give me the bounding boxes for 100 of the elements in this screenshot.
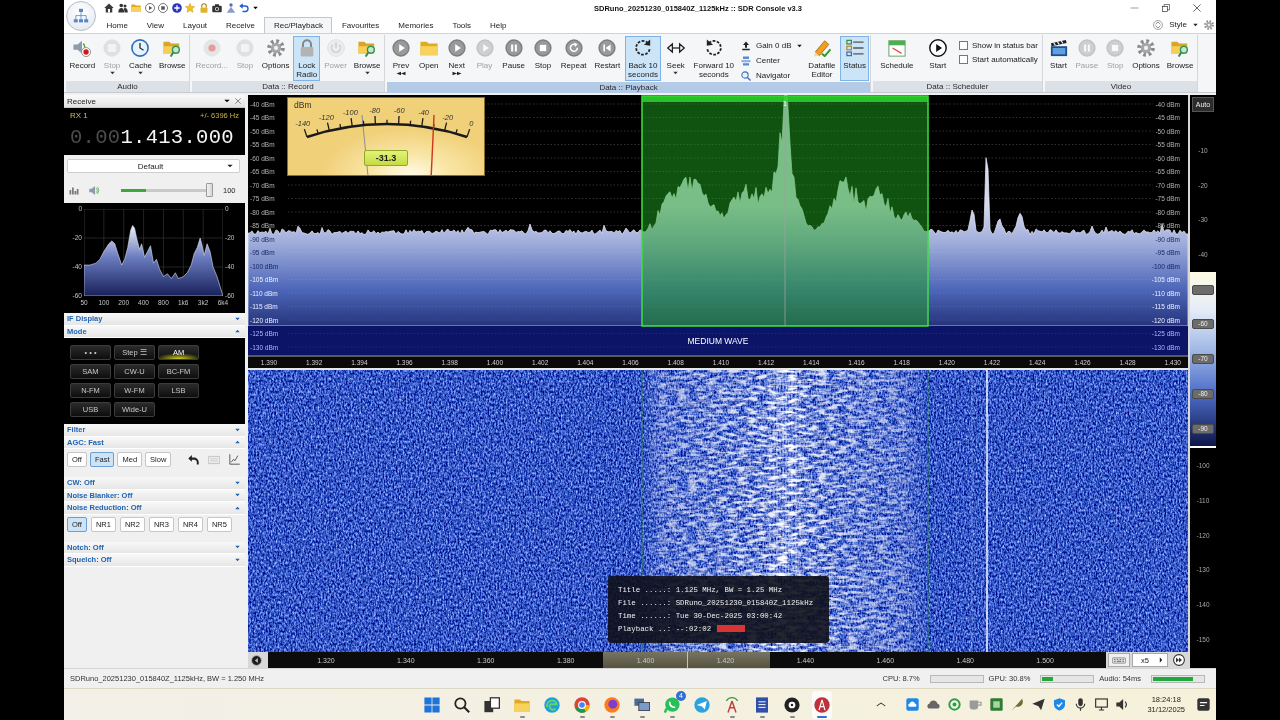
range-handle[interactable]: [1192, 284, 1214, 295]
ribbon-button[interactable]: Datafile Editor: [805, 36, 839, 81]
cloud-icon[interactable]: [927, 698, 941, 711]
ribbon-button[interactable]: Next: [443, 36, 470, 81]
home-icon[interactable]: [104, 3, 114, 13]
ribbon-button[interactable]: Restart: [591, 36, 624, 81]
playback-bar-icon: [717, 625, 746, 632]
play-icon[interactable]: [144, 3, 155, 13]
restore-icon: [1161, 4, 1170, 12]
ribbon-button[interactable]: Pause: [499, 36, 529, 81]
ribbon-button[interactable]: Prev: [387, 36, 414, 81]
minimize-icon: [1130, 7, 1139, 9]
ribbon-button[interactable]: Open: [415, 36, 442, 81]
checkbox[interactable]: [959, 55, 968, 64]
plus-icon[interactable]: [171, 3, 182, 13]
ribbon-button[interactable]: Start: [1045, 36, 1072, 81]
folder-search-icon: [163, 39, 182, 57]
checkbox-option[interactable]: Show in status bar: [959, 41, 1038, 50]
cup-icon[interactable]: [969, 698, 983, 711]
ribbon-button[interactable]: Record: [66, 36, 99, 81]
grid-icon: [424, 696, 440, 713]
skip-button[interactable]: [1170, 652, 1188, 668]
caret-down-icon: [1193, 22, 1198, 27]
passband-highlight[interactable]: [641, 95, 929, 327]
paper-plane-icon[interactable]: [1032, 698, 1046, 711]
menu-tab[interactable]: Memories: [388, 17, 443, 33]
ribbon-button[interactable]: Lock Radio: [293, 36, 321, 81]
ribbon-button[interactable]: Options: [1129, 36, 1163, 81]
ribbon-button[interactable]: Browse: [350, 36, 384, 81]
message-icon[interactable]: [1197, 698, 1210, 711]
ribbon-button[interactable]: Cache: [125, 36, 156, 81]
menu-tab[interactable]: Layout: [173, 17, 217, 33]
undo-icon[interactable]: [188, 454, 200, 465]
ribbon-button[interactable]: Repeat: [557, 36, 590, 81]
ribbon-button[interactable]: Options: [258, 36, 293, 81]
stop-icon[interactable]: [158, 3, 168, 13]
volume-thumb[interactable]: [206, 183, 213, 197]
list-icon: [845, 39, 864, 57]
style-menu-button[interactable]: Style: [1167, 20, 1200, 29]
play-icon: [475, 39, 494, 57]
ring-icon[interactable]: [948, 698, 962, 711]
ribbon-button[interactable]: Browse: [155, 36, 189, 81]
chevron-up-icon[interactable]: [876, 701, 887, 708]
caret-down-icon[interactable]: [224, 99, 230, 103]
shield-icon[interactable]: [1053, 698, 1067, 711]
gear-icon: [1136, 39, 1155, 57]
menu-tab[interactable]: Receive: [216, 17, 265, 33]
play-icon: [391, 39, 410, 57]
star-icon[interactable]: [185, 3, 195, 13]
menu-tab[interactable]: Help: [480, 17, 517, 33]
ribbon-button[interactable]: Schedule: [877, 36, 917, 81]
calendar-icon: [887, 39, 906, 57]
ribbon-button[interactable]: Status: [840, 36, 870, 81]
caret-up-icon: [235, 440, 240, 445]
menu-tab[interactable]: Tools: [442, 17, 481, 33]
ribbon-menu-item[interactable]: Gain 0 dB: [738, 39, 804, 52]
microphone-icon[interactable]: [1074, 698, 1088, 711]
camera-icon[interactable]: [212, 3, 222, 13]
feather-icon[interactable]: [1011, 698, 1025, 711]
ribbon-button[interactable]: Stop: [529, 36, 556, 81]
ribbon-button[interactable]: Browse: [1163, 36, 1197, 81]
monitor-icon[interactable]: [1095, 698, 1109, 711]
menu-tab[interactable]: View: [137, 17, 174, 33]
play-icon: [447, 39, 466, 57]
tile-icon[interactable]: [990, 698, 1004, 711]
paper-plane-icon: [694, 696, 710, 713]
view-window-highlight[interactable]: [602, 652, 770, 668]
pencil-icon: [812, 39, 831, 57]
circular-arrow-icon: [704, 39, 723, 57]
notepad-icon: [754, 696, 770, 713]
keyboard-button[interactable]: [1108, 653, 1131, 667]
speaker-icon[interactable]: [1116, 698, 1130, 711]
ribbon-button[interactable]: Seek: [662, 36, 689, 81]
person-icon[interactable]: [225, 3, 236, 13]
close-icon[interactable]: [235, 98, 241, 104]
checkbox-option[interactable]: Start automatically: [959, 55, 1038, 64]
antenna-tower-icon: [724, 696, 740, 713]
caret-down-icon[interactable]: [252, 6, 258, 10]
bar-chart-icon[interactable]: [69, 185, 79, 195]
line-chart-icon[interactable]: [229, 454, 241, 465]
group-label: Video: [1045, 81, 1197, 92]
settings-icon[interactable]: [1204, 19, 1214, 30]
ribbon-menu-item[interactable]: Center: [738, 54, 804, 67]
frequency-prefix: 0.00: [70, 126, 121, 149]
ribbon-button[interactable]: Back 10 seconds: [625, 36, 661, 81]
preset-dropdown[interactable]: Default: [67, 159, 240, 173]
ribbon-button[interactable]: Start: [924, 36, 951, 81]
people-icon[interactable]: [117, 3, 128, 13]
cloud-icon[interactable]: [906, 698, 920, 711]
stop-icon: [1106, 39, 1125, 57]
ribbon-button[interactable]: Forward 10 seconds: [690, 36, 738, 81]
up-down-icon[interactable]: [1153, 19, 1164, 30]
group-label: Audio: [66, 81, 189, 92]
ribbon-menu-item[interactable]: Navigator: [738, 69, 804, 82]
menu-tab[interactable]: Home: [97, 17, 138, 33]
caret-down-icon: [235, 493, 240, 498]
checkbox[interactable]: [959, 41, 968, 50]
repeat-icon: [564, 39, 583, 57]
menu-tab[interactable]: Favourites: [332, 17, 389, 33]
menu-tab[interactable]: Rec/Playback: [264, 17, 333, 33]
